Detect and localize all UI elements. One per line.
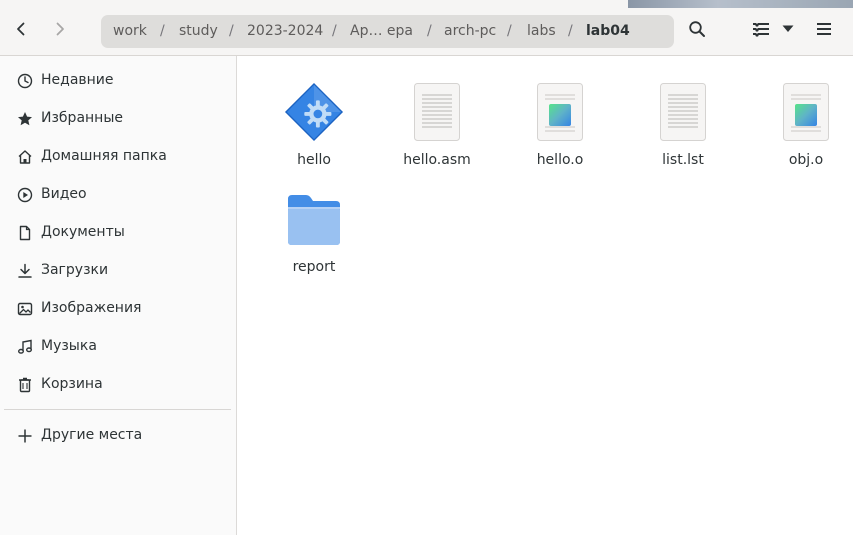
sidebar-item-label: Домашняя папка <box>41 148 167 164</box>
file-name: report <box>292 259 336 275</box>
hamburger-menu-icon <box>816 22 832 36</box>
file-item[interactable]: list.lst <box>628 56 738 168</box>
file-name: list.lst <box>662 152 704 168</box>
text-file-icon <box>407 80 467 144</box>
video-icon <box>16 186 33 203</box>
places-sidebar: Недавние Избранные Домашняя папка Видео … <box>0 56 237 535</box>
dropdown-triangle-icon <box>782 25 794 33</box>
text-file-icon <box>653 80 713 144</box>
file-grid: hello hello.asm hello.o list.lst obj.o r… <box>238 56 853 535</box>
music-icon <box>16 338 33 355</box>
breadcrumb-separator: / <box>568 23 573 39</box>
executable-icon <box>284 80 344 144</box>
sidebar-item-videos[interactable]: Видео <box>0 175 236 213</box>
forward-button[interactable] <box>45 14 75 44</box>
list-view-icon <box>753 22 769 36</box>
folder-item[interactable]: report <box>259 163 369 275</box>
search-button[interactable] <box>682 14 712 44</box>
file-name: hello.asm <box>403 152 471 168</box>
file-item[interactable]: hello <box>259 56 369 168</box>
sidebar-item-documents[interactable]: Документы <box>0 213 236 251</box>
sidebar-item-label: Документы <box>41 224 125 240</box>
sidebar-item-label: Недавние <box>41 72 114 88</box>
sidebar-item-trash[interactable]: Корзина <box>0 365 236 403</box>
sidebar-item-downloads[interactable]: Загрузки <box>0 251 236 289</box>
sidebar-item-pictures[interactable]: Изображения <box>0 289 236 327</box>
breadcrumb-2023-2024[interactable]: 2023-2024 <box>247 15 323 48</box>
plus-icon <box>16 427 33 444</box>
desktop-background-strip <box>628 0 853 8</box>
view-options-dropdown[interactable] <box>774 14 802 44</box>
sidebar-divider <box>4 409 231 410</box>
sidebar-item-music[interactable]: Музыка <box>0 327 236 365</box>
breadcrumb-arch-folder[interactable]: Ар… ера <box>350 15 413 48</box>
sidebar-item-label: Изображения <box>41 300 142 316</box>
object-file-icon <box>776 80 836 144</box>
document-icon <box>16 224 33 241</box>
breadcrumb-separator: / <box>427 23 432 39</box>
file-item[interactable]: obj.o <box>751 56 853 168</box>
object-file-icon <box>530 80 590 144</box>
clock-icon <box>16 72 33 89</box>
file-item[interactable]: hello.asm <box>382 56 492 168</box>
file-item[interactable]: hello.o <box>505 56 615 168</box>
folder-icon <box>284 187 344 251</box>
sidebar-item-label: Избранные <box>41 110 123 126</box>
breadcrumb-study[interactable]: study <box>179 15 218 48</box>
main-menu-button[interactable] <box>809 14 839 44</box>
breadcrumb-arch-pc[interactable]: arch-pc <box>444 15 496 48</box>
back-button[interactable] <box>6 14 36 44</box>
sidebar-item-label: Корзина <box>41 376 103 392</box>
sidebar-item-label: Видео <box>41 186 87 202</box>
path-bar: work / study / 2023-2024 / Ар… ера / arc… <box>101 15 759 48</box>
breadcrumb-lab04[interactable]: lab04 <box>586 15 630 48</box>
sidebar-item-recent[interactable]: Недавние <box>0 61 236 99</box>
download-icon <box>16 262 33 279</box>
breadcrumb-work[interactable]: work <box>113 15 147 48</box>
view-mode-button[interactable] <box>746 14 776 44</box>
image-icon <box>16 300 33 317</box>
search-icon <box>688 20 706 38</box>
breadcrumb-separator: / <box>507 23 512 39</box>
sidebar-item-label: Загрузки <box>41 262 109 278</box>
sidebar-item-label: Музыка <box>41 338 97 354</box>
breadcrumb-separator: / <box>332 23 337 39</box>
sidebar-item-other-locations[interactable]: Другие места <box>0 416 236 454</box>
header-bar: work / study / 2023-2024 / Ар… ера / arc… <box>0 0 853 56</box>
sidebar-item-starred[interactable]: Избранные <box>0 99 236 137</box>
chevron-right-icon <box>52 21 68 37</box>
chevron-left-icon <box>13 21 29 37</box>
trash-icon <box>16 376 33 393</box>
file-name: hello.o <box>536 152 584 168</box>
file-name: obj.o <box>788 152 824 168</box>
breadcrumb-labs[interactable]: labs <box>527 15 556 48</box>
sidebar-item-home[interactable]: Домашняя папка <box>0 137 236 175</box>
home-icon <box>16 148 33 165</box>
breadcrumb-separator: / <box>160 23 165 39</box>
sidebar-item-label: Другие места <box>41 427 143 443</box>
star-icon <box>16 110 33 127</box>
breadcrumb-separator: / <box>229 23 234 39</box>
